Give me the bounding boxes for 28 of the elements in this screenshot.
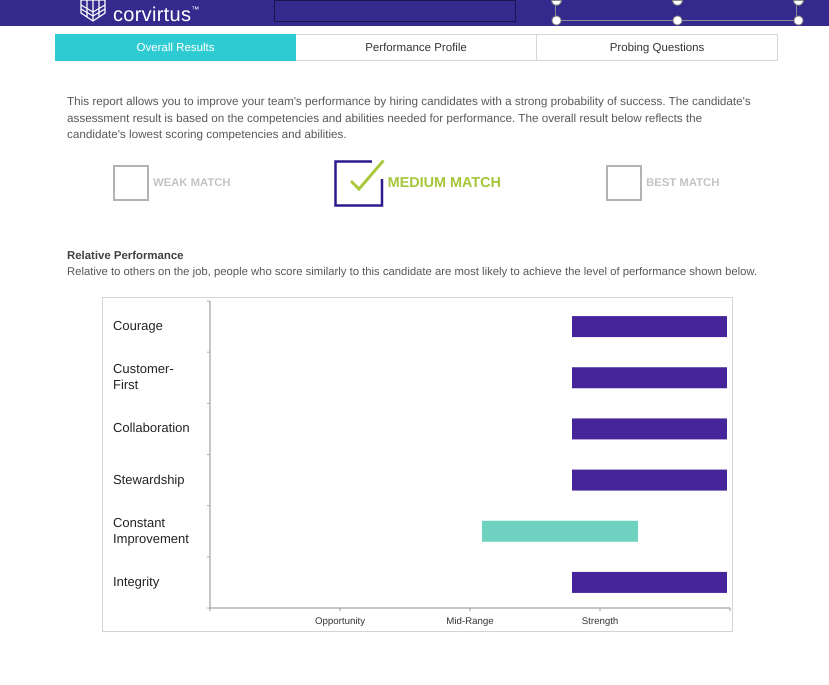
resize-handle-icon[interactable] xyxy=(551,0,562,6)
category-label: Customer-First xyxy=(113,361,175,394)
axis-tick-label: Opportunity xyxy=(314,616,366,626)
category-label: Collaboration xyxy=(113,420,191,436)
tab[interactable]: Probing Questions xyxy=(537,34,778,61)
logo-wordmark: corvirtus$^{™}$ xyxy=(113,3,200,25)
axis-tick-label: Mid-Range xyxy=(446,616,494,626)
axis-tick-label: Strength xyxy=(582,616,618,626)
checkbox[interactable] xyxy=(112,164,149,200)
category-label: Integrity xyxy=(113,574,160,590)
match-label: WEAK MATCH xyxy=(152,176,231,188)
match-label: BEST MATCH xyxy=(646,176,720,188)
category-label: Courage xyxy=(113,318,164,334)
checkbox[interactable] xyxy=(334,158,385,206)
match-label: MEDIUM MATCH xyxy=(388,174,501,190)
resize-handle-icon[interactable] xyxy=(551,15,562,26)
category-label: Constant Improvement xyxy=(113,514,190,547)
cube-logo-icon xyxy=(80,0,106,22)
category-label: Stewardship xyxy=(113,472,186,488)
resize-handle-icon[interactable] xyxy=(672,0,683,6)
tab[interactable]: Performance Profile xyxy=(296,34,537,61)
checkbox[interactable] xyxy=(606,164,642,200)
section-title: Relative Performance xyxy=(67,248,184,262)
resize-handle-icon[interactable] xyxy=(793,15,804,26)
resize-handle-icon[interactable] xyxy=(672,15,683,26)
resize-handle-icon[interactable] xyxy=(793,0,804,6)
intro-paragraph: This report allows you to improve your team's performance by hiring candidates with a strong probability of success. The candidate's assessment result is based on the competencies and abilities needed for performance. The overall result below reflects the candidate's lowest scoring competencies and abilities. xyxy=(67,94,752,143)
section-description: Relative to others on the job, people who score similarly to this candidate are most likely to achieve the level of performance shown below. xyxy=(67,264,758,280)
